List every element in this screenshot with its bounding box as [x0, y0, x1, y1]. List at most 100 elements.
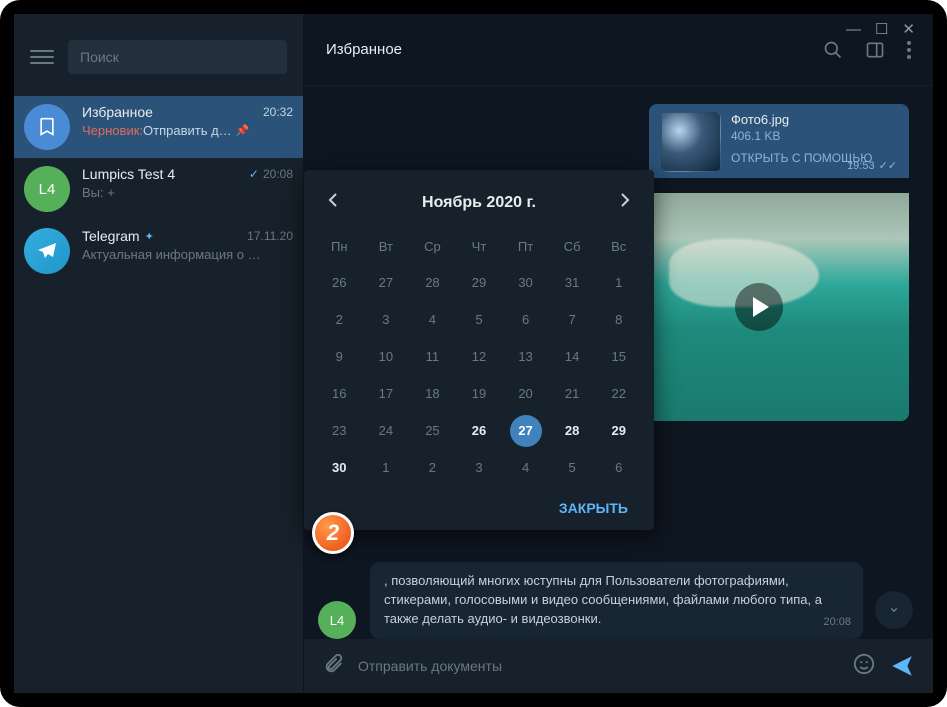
prev-month-button[interactable] [322, 186, 344, 219]
message-bubble: , позволяющий многих юступны для Пользов… [370, 562, 863, 639]
menu-icon[interactable] [30, 50, 54, 64]
weekday-label: Сб [549, 233, 596, 264]
calendar-day[interactable]: 30 [316, 449, 363, 486]
video-message[interactable] [609, 191, 909, 421]
chat-item[interactable]: L4 Lumpics Test 4 ✓20:08 Вы: + [14, 158, 303, 220]
read-check-icon: ✓✓ [879, 159, 897, 172]
calendar-day[interactable]: 23 [316, 412, 363, 449]
calendar-day[interactable]: 29 [456, 264, 503, 301]
minimize-button[interactable]: — [846, 21, 861, 38]
calendar-title: Ноябрь 2020 г. [422, 194, 536, 212]
calendar-day[interactable]: 26 [316, 264, 363, 301]
calendar-day[interactable]: 2 [409, 449, 456, 486]
weekday-label: Вс [595, 233, 642, 264]
calendar-day[interactable]: 26 [456, 412, 503, 449]
file-attachment[interactable]: Фото6.jpg 406.1 KB ОТКРЫТЬ С ПОМОЩЬЮ 19:… [649, 104, 909, 178]
calendar-day[interactable]: 29 [595, 412, 642, 449]
file-size: 406.1 KB [731, 129, 897, 143]
file-name: Фото6.jpg [731, 112, 897, 127]
chat-preview: Актуальная информация о … [82, 247, 293, 262]
calendar-day[interactable]: 27 [363, 264, 410, 301]
play-icon[interactable] [735, 283, 783, 331]
app-window: — ☐ ✕ Поиск Избранное 20:32 Черновик: От… [14, 14, 933, 693]
chat-preview: Вы: + [82, 185, 293, 200]
calendar-day[interactable]: 28 [549, 412, 596, 449]
calendar-day[interactable]: 5 [549, 449, 596, 486]
sidebar: Поиск Избранное 20:32 Черновик: Отправит… [14, 14, 304, 693]
weekday-label: Ср [409, 233, 456, 264]
message-time: 20:08 [823, 615, 851, 631]
calendar-close-button[interactable]: ЗАКРЫТЬ [559, 500, 628, 516]
avatar: L4 [318, 601, 356, 639]
bookmark-icon [24, 104, 70, 150]
chat-preview: Черновик: Отправить д… 📌 [82, 123, 293, 138]
message-time: 19:53 ✓✓ [847, 159, 897, 172]
calendar-day[interactable]: 11 [409, 338, 456, 375]
chat-time: ✓20:08 [249, 167, 293, 181]
window-controls: — ☐ ✕ [828, 14, 933, 44]
annotation-badge: 2 [312, 512, 354, 554]
calendar-day[interactable]: 6 [502, 301, 549, 338]
chat-name: Lumpics Test 4 [82, 166, 175, 182]
calendar-day[interactable]: 8 [595, 301, 642, 338]
chat-title: Избранное [326, 41, 801, 58]
calendar-day[interactable]: 3 [363, 301, 410, 338]
calendar-day[interactable]: 30 [502, 264, 549, 301]
calendar-day[interactable]: 28 [409, 264, 456, 301]
calendar-day[interactable]: 15 [595, 338, 642, 375]
chat-list: Избранное 20:32 Черновик: Отправить д… 📌… [14, 96, 303, 282]
calendar-day[interactable]: 25 [409, 412, 456, 449]
send-button[interactable] [889, 653, 915, 679]
calendar-day[interactable]: 2 [316, 301, 363, 338]
emoji-icon[interactable] [853, 653, 875, 680]
chat-time: 20:32 [263, 105, 293, 119]
calendar-popup: Ноябрь 2020 г. ПнВтСрЧтПтСбВс26272829303… [304, 170, 654, 530]
calendar-day[interactable]: 21 [549, 375, 596, 412]
calendar-day[interactable]: 16 [316, 375, 363, 412]
calendar-day[interactable]: 5 [456, 301, 503, 338]
telegram-icon [24, 228, 70, 274]
calendar-day[interactable]: 14 [549, 338, 596, 375]
calendar-day[interactable]: 18 [409, 375, 456, 412]
weekday-label: Чт [456, 233, 503, 264]
calendar-day[interactable]: 10 [363, 338, 410, 375]
chat-item-saved[interactable]: Избранное 20:32 Черновик: Отправить д… 📌 [14, 96, 303, 158]
calendar-day[interactable]: 9 [316, 338, 363, 375]
message-input[interactable]: Отправить документы [358, 658, 839, 674]
attach-icon[interactable] [322, 653, 344, 680]
calendar-day[interactable]: 7 [549, 301, 596, 338]
calendar-day[interactable]: 27 [502, 412, 549, 449]
calendar-day[interactable]: 1 [363, 449, 410, 486]
calendar-day[interactable]: 3 [456, 449, 503, 486]
calendar-day[interactable]: 24 [363, 412, 410, 449]
chat-time: 17.11.20 [247, 229, 293, 243]
pin-icon: 📌 [236, 124, 250, 137]
calendar-day[interactable]: 20 [502, 375, 549, 412]
verified-icon: ✦ [145, 230, 154, 243]
next-month-button[interactable] [614, 186, 636, 219]
compose-bar: Отправить документы [304, 639, 933, 693]
search-input[interactable]: Поиск [68, 40, 287, 74]
calendar-day[interactable]: 4 [502, 449, 549, 486]
scroll-down-button[interactable] [875, 591, 913, 629]
calendar-grid: ПнВтСрЧтПтСбВс26272829303112345678910111… [316, 233, 642, 486]
chat-item[interactable]: Telegram ✦ 17.11.20 Актуальная информаци… [14, 220, 303, 282]
calendar-day[interactable]: 1 [595, 264, 642, 301]
weekday-label: Пн [316, 233, 363, 264]
calendar-day[interactable]: 22 [595, 375, 642, 412]
chat-name: Telegram ✦ [82, 228, 154, 244]
calendar-day[interactable]: 17 [363, 375, 410, 412]
calendar-day[interactable]: 4 [409, 301, 456, 338]
maximize-button[interactable]: ☐ [875, 20, 888, 38]
weekday-label: Пт [502, 233, 549, 264]
close-button[interactable]: ✕ [902, 20, 915, 38]
calendar-day[interactable]: 6 [595, 449, 642, 486]
calendar-day[interactable]: 13 [502, 338, 549, 375]
calendar-day[interactable]: 12 [456, 338, 503, 375]
avatar: L4 [24, 166, 70, 212]
calendar-day[interactable]: 19 [456, 375, 503, 412]
weekday-label: Вт [363, 233, 410, 264]
chat-name: Избранное [82, 104, 153, 120]
read-check-icon: ✓ [249, 167, 259, 181]
calendar-day[interactable]: 31 [549, 264, 596, 301]
